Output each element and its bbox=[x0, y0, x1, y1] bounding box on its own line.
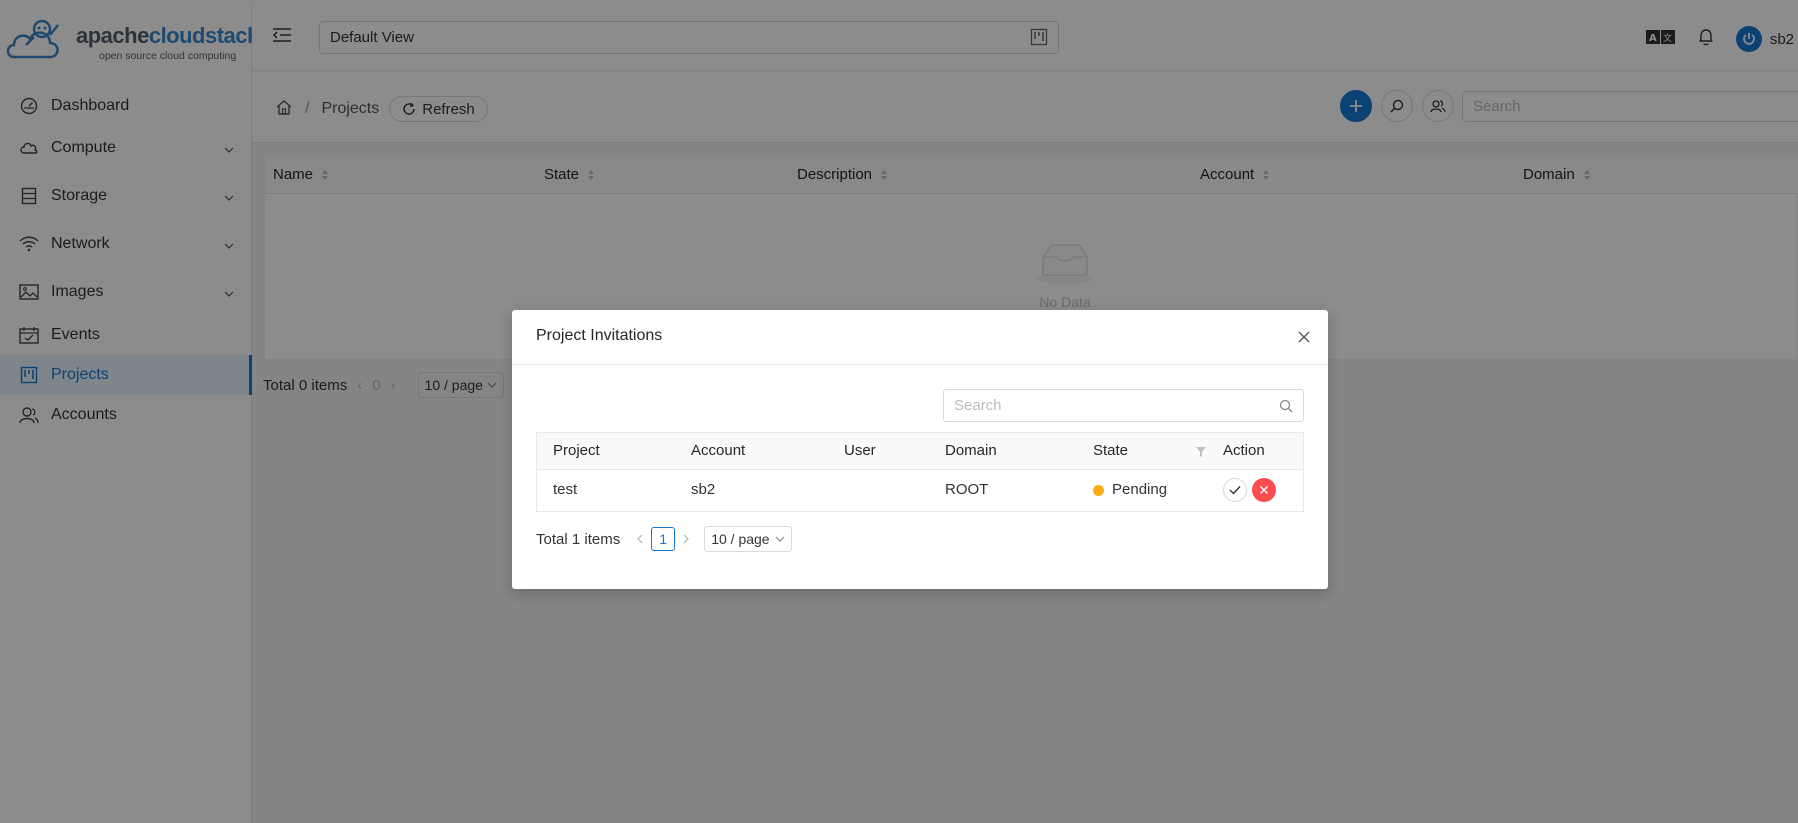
accept-invitation-button[interactable] bbox=[1223, 478, 1247, 502]
next-page-icon[interactable] bbox=[683, 534, 690, 544]
modal-header: Project Invitations bbox=[512, 310, 1328, 365]
column-header-domain: Domain bbox=[945, 442, 997, 459]
cell-account: sb2 bbox=[691, 481, 716, 498]
column-header-state: State bbox=[1093, 442, 1129, 459]
invitation-search-input[interactable]: Search bbox=[943, 389, 1304, 422]
column-header-project: Project bbox=[553, 442, 600, 459]
search-placeholder: Search bbox=[954, 397, 1002, 414]
project-invitations-modal: Project Invitations Search Project Accou… bbox=[512, 310, 1328, 589]
prev-page-icon[interactable] bbox=[636, 534, 643, 544]
page-number[interactable]: 1 bbox=[651, 527, 676, 551]
total-items: Total 1 items bbox=[536, 530, 621, 548]
modal-pagination: Total 1 items 1 10 / page bbox=[536, 526, 792, 552]
cell-project: test bbox=[553, 481, 578, 498]
filter-icon[interactable] bbox=[1195, 445, 1207, 463]
page-size-select[interactable]: 10 / page bbox=[704, 526, 792, 552]
table-header: Project Account User Domain State Action bbox=[537, 433, 1303, 470]
search-icon[interactable] bbox=[1279, 399, 1293, 417]
column-header-account: Account bbox=[691, 442, 746, 459]
status-badge: Pending bbox=[1093, 481, 1167, 498]
close-icon bbox=[1259, 485, 1269, 495]
close-icon[interactable] bbox=[1296, 329, 1312, 345]
column-header-user: User bbox=[844, 442, 876, 459]
cell-domain: ROOT bbox=[945, 481, 989, 498]
chevron-down-icon bbox=[775, 536, 785, 542]
modal-title: Project Invitations bbox=[536, 327, 663, 344]
table-row: test sb2 ROOT Pending bbox=[537, 470, 1303, 512]
status-dot bbox=[1093, 484, 1104, 496]
check-icon bbox=[1229, 486, 1241, 495]
decline-invitation-button[interactable] bbox=[1252, 478, 1276, 502]
column-header-action: Action bbox=[1223, 442, 1265, 459]
invitations-table: Project Account User Domain State Action… bbox=[536, 432, 1304, 512]
